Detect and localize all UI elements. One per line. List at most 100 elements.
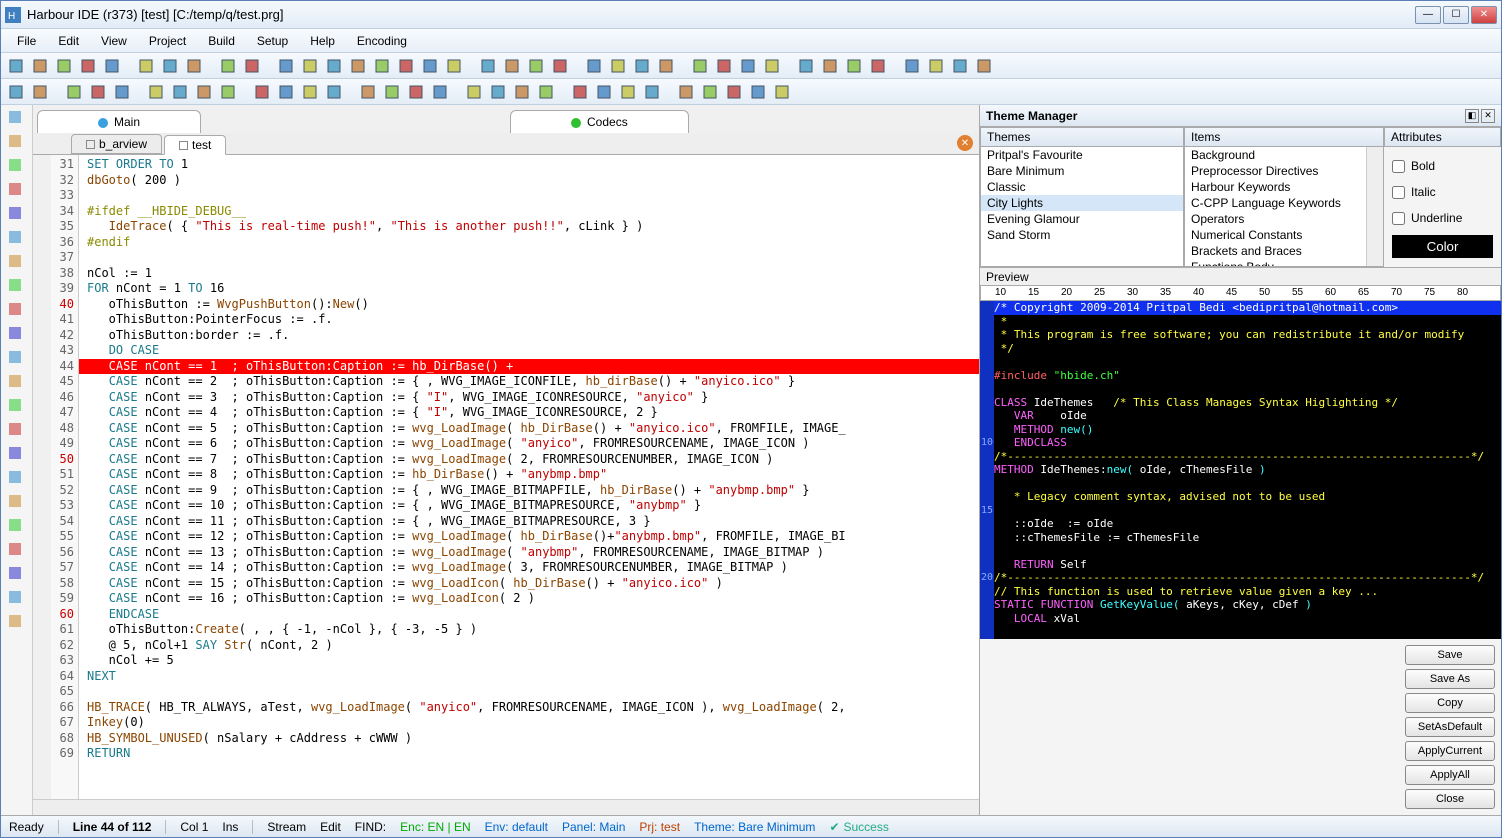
code-editor[interactable]: SET ORDER TO 1dbGoto( 200 )#ifdef __HBID… [79, 155, 979, 799]
toolbar-button[interactable] [443, 55, 465, 77]
toolbar-button[interactable] [29, 81, 51, 103]
toolbar-button[interactable] [843, 55, 865, 77]
tab-close-icon[interactable]: ✕ [957, 135, 973, 151]
toolbar-button[interactable] [419, 55, 441, 77]
setasdefault-button[interactable]: SetAsDefault [1405, 717, 1495, 737]
toolbar-button[interactable] [193, 81, 215, 103]
gutter-button[interactable] [7, 133, 27, 153]
toolbar-button[interactable] [867, 55, 889, 77]
toolbar-button[interactable] [241, 55, 263, 77]
toolbar-button[interactable] [549, 55, 571, 77]
toolbar-button[interactable] [275, 81, 297, 103]
theme-item[interactable]: Pritpal's Favourite [981, 147, 1183, 163]
toolbar-button[interactable] [183, 55, 205, 77]
menu-encoding[interactable]: Encoding [347, 32, 417, 50]
themes-list[interactable]: Pritpal's FavouriteBare MinimumClassicCi… [980, 147, 1184, 267]
save-button[interactable]: Save [1405, 645, 1495, 665]
syntax-item[interactable]: Preprocessor Directives [1185, 163, 1383, 179]
italic-checkbox[interactable] [1392, 186, 1405, 199]
toolbar-button[interactable] [737, 55, 759, 77]
toolbar-button[interactable] [429, 81, 451, 103]
toolbar-button[interactable] [299, 81, 321, 103]
items-list[interactable]: BackgroundPreprocessor DirectivesHarbour… [1184, 147, 1384, 267]
toolbar-button[interactable] [395, 55, 417, 77]
color-button[interactable]: Color [1392, 235, 1493, 258]
close-button[interactable]: Close [1405, 789, 1495, 809]
menu-view[interactable]: View [91, 32, 137, 50]
gutter-button[interactable] [7, 373, 27, 393]
toolbar-button[interactable] [795, 55, 817, 77]
toolbar-button[interactable] [135, 55, 157, 77]
toolbar-button[interactable] [251, 81, 273, 103]
breakpoint-gutter[interactable] [33, 155, 51, 799]
gutter-button[interactable] [7, 613, 27, 633]
toolbar-button[interactable] [569, 81, 591, 103]
toolbar-button[interactable] [159, 55, 181, 77]
copy-button[interactable]: Copy [1405, 693, 1495, 713]
toolbar-button[interactable] [925, 55, 947, 77]
group-tab[interactable]: Main [37, 110, 201, 133]
gutter-button[interactable] [7, 301, 27, 321]
gutter-button[interactable] [7, 397, 27, 417]
gutter-button[interactable] [7, 565, 27, 585]
toolbar-button[interactable] [5, 55, 27, 77]
bold-checkbox[interactable] [1392, 160, 1405, 173]
toolbar-button[interactable] [675, 81, 697, 103]
theme-item[interactable]: Bare Minimum [981, 163, 1183, 179]
gutter-button[interactable] [7, 445, 27, 465]
syntax-item[interactable]: Numerical Constants [1185, 227, 1383, 243]
gutter-button[interactable] [7, 589, 27, 609]
syntax-item[interactable]: Functions Body [1185, 259, 1383, 267]
toolbar-button[interactable] [275, 55, 297, 77]
toolbar-button[interactable] [949, 55, 971, 77]
toolbar-button[interactable] [487, 81, 509, 103]
gutter-button[interactable] [7, 277, 27, 297]
syntax-item[interactable]: Background [1185, 147, 1383, 163]
toolbar-button[interactable] [101, 55, 123, 77]
toolbar-button[interactable] [747, 81, 769, 103]
toolbar-button[interactable] [699, 81, 721, 103]
horizontal-scrollbar[interactable] [33, 799, 979, 815]
panel-close-icon[interactable]: ✕ [1481, 109, 1495, 123]
underline-checkbox[interactable] [1392, 212, 1405, 225]
panel-float-icon[interactable]: ◧ [1465, 109, 1479, 123]
toolbar-button[interactable] [655, 55, 677, 77]
toolbar-button[interactable] [63, 81, 85, 103]
toolbar-button[interactable] [77, 55, 99, 77]
theme-item[interactable]: Sand Storm [981, 227, 1183, 243]
gutter-button[interactable] [7, 421, 27, 441]
toolbar-button[interactable] [723, 81, 745, 103]
menu-edit[interactable]: Edit [48, 32, 89, 50]
toolbar-button[interactable] [607, 55, 629, 77]
gutter-button[interactable] [7, 541, 27, 561]
menu-setup[interactable]: Setup [247, 32, 298, 50]
toolbar-button[interactable] [357, 81, 379, 103]
applycurrent-button[interactable]: ApplyCurrent [1405, 741, 1495, 761]
gutter-button[interactable] [7, 325, 27, 345]
toolbar-button[interactable] [381, 81, 403, 103]
gutter-button[interactable] [7, 469, 27, 489]
gutter-button[interactable] [7, 493, 27, 513]
gutter-button[interactable] [7, 253, 27, 273]
theme-manager-titlebar[interactable]: Theme Manager ◧ ✕ [980, 105, 1501, 127]
toolbar-button[interactable] [5, 81, 27, 103]
toolbar-button[interactable] [145, 81, 167, 103]
toolbar-button[interactable] [761, 55, 783, 77]
toolbar-button[interactable] [217, 55, 239, 77]
toolbar-button[interactable] [631, 55, 653, 77]
close-button[interactable]: ✕ [1471, 6, 1497, 24]
menu-build[interactable]: Build [198, 32, 245, 50]
toolbar-button[interactable] [819, 55, 841, 77]
toolbar-button[interactable] [689, 55, 711, 77]
menu-help[interactable]: Help [300, 32, 345, 50]
toolbar-button[interactable] [771, 81, 793, 103]
syntax-item[interactable]: Operators [1185, 211, 1383, 227]
toolbar-button[interactable] [53, 55, 75, 77]
file-tab[interactable]: test [164, 135, 226, 155]
toolbar-button[interactable] [477, 55, 499, 77]
applyall-button[interactable]: ApplyAll [1405, 765, 1495, 785]
gutter-button[interactable] [7, 109, 27, 129]
toolbar-button[interactable] [217, 81, 239, 103]
toolbar-button[interactable] [87, 81, 109, 103]
toolbar-button[interactable] [535, 81, 557, 103]
